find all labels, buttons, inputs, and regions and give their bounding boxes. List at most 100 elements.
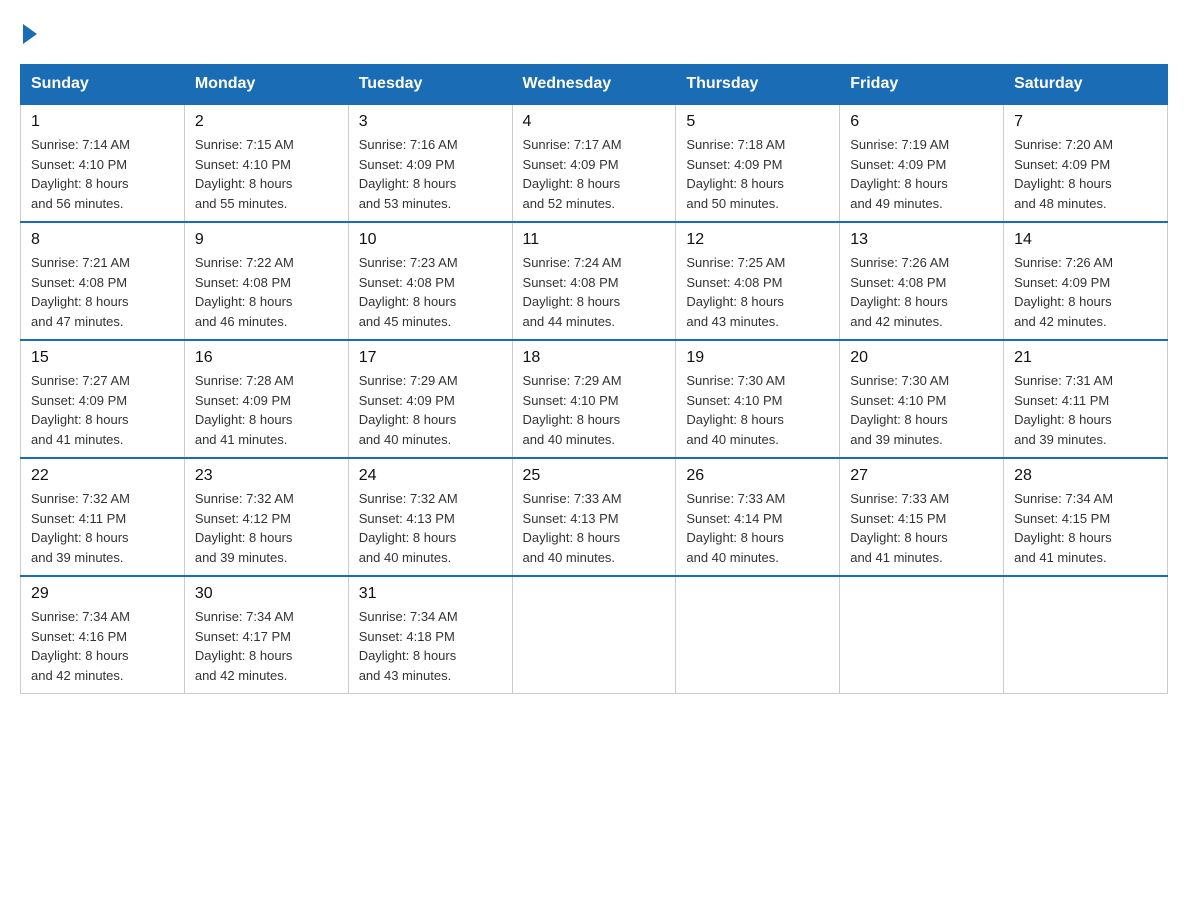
calendar-week-row: 15 Sunrise: 7:27 AM Sunset: 4:09 PM Dayl… xyxy=(21,340,1168,458)
calendar-cell xyxy=(512,576,676,694)
day-info: Sunrise: 7:32 AM Sunset: 4:13 PM Dayligh… xyxy=(359,489,502,567)
calendar-cell: 12 Sunrise: 7:25 AM Sunset: 4:08 PM Dayl… xyxy=(676,222,840,340)
day-info: Sunrise: 7:34 AM Sunset: 4:18 PM Dayligh… xyxy=(359,607,502,685)
calendar-week-row: 29 Sunrise: 7:34 AM Sunset: 4:16 PM Dayl… xyxy=(21,576,1168,694)
day-number: 26 xyxy=(686,467,829,485)
day-number: 3 xyxy=(359,113,502,131)
day-info: Sunrise: 7:26 AM Sunset: 4:09 PM Dayligh… xyxy=(1014,253,1157,331)
calendar-cell xyxy=(840,576,1004,694)
day-info: Sunrise: 7:21 AM Sunset: 4:08 PM Dayligh… xyxy=(31,253,174,331)
calendar-cell: 8 Sunrise: 7:21 AM Sunset: 4:08 PM Dayli… xyxy=(21,222,185,340)
day-number: 7 xyxy=(1014,113,1157,131)
day-info: Sunrise: 7:18 AM Sunset: 4:09 PM Dayligh… xyxy=(686,135,829,213)
day-info: Sunrise: 7:33 AM Sunset: 4:15 PM Dayligh… xyxy=(850,489,993,567)
day-number: 11 xyxy=(523,231,666,249)
calendar-cell: 11 Sunrise: 7:24 AM Sunset: 4:08 PM Dayl… xyxy=(512,222,676,340)
day-info: Sunrise: 7:34 AM Sunset: 4:15 PM Dayligh… xyxy=(1014,489,1157,567)
day-number: 10 xyxy=(359,231,502,249)
day-info: Sunrise: 7:15 AM Sunset: 4:10 PM Dayligh… xyxy=(195,135,338,213)
day-number: 5 xyxy=(686,113,829,131)
calendar-cell: 27 Sunrise: 7:33 AM Sunset: 4:15 PM Dayl… xyxy=(840,458,1004,576)
calendar-cell: 15 Sunrise: 7:27 AM Sunset: 4:09 PM Dayl… xyxy=(21,340,185,458)
day-info: Sunrise: 7:32 AM Sunset: 4:11 PM Dayligh… xyxy=(31,489,174,567)
day-number: 28 xyxy=(1014,467,1157,485)
calendar-cell: 22 Sunrise: 7:32 AM Sunset: 4:11 PM Dayl… xyxy=(21,458,185,576)
day-info: Sunrise: 7:32 AM Sunset: 4:12 PM Dayligh… xyxy=(195,489,338,567)
calendar-cell: 14 Sunrise: 7:26 AM Sunset: 4:09 PM Dayl… xyxy=(1004,222,1168,340)
day-number: 14 xyxy=(1014,231,1157,249)
day-number: 4 xyxy=(523,113,666,131)
day-number: 6 xyxy=(850,113,993,131)
calendar-week-row: 8 Sunrise: 7:21 AM Sunset: 4:08 PM Dayli… xyxy=(21,222,1168,340)
calendar-cell: 19 Sunrise: 7:30 AM Sunset: 4:10 PM Dayl… xyxy=(676,340,840,458)
day-info: Sunrise: 7:26 AM Sunset: 4:08 PM Dayligh… xyxy=(850,253,993,331)
day-number: 19 xyxy=(686,349,829,367)
calendar-cell: 6 Sunrise: 7:19 AM Sunset: 4:09 PM Dayli… xyxy=(840,104,1004,222)
day-info: Sunrise: 7:19 AM Sunset: 4:09 PM Dayligh… xyxy=(850,135,993,213)
day-info: Sunrise: 7:33 AM Sunset: 4:13 PM Dayligh… xyxy=(523,489,666,567)
calendar-cell: 4 Sunrise: 7:17 AM Sunset: 4:09 PM Dayli… xyxy=(512,104,676,222)
day-number: 22 xyxy=(31,467,174,485)
calendar-header-saturday: Saturday xyxy=(1004,65,1168,105)
calendar-cell: 17 Sunrise: 7:29 AM Sunset: 4:09 PM Dayl… xyxy=(348,340,512,458)
day-info: Sunrise: 7:29 AM Sunset: 4:09 PM Dayligh… xyxy=(359,371,502,449)
day-info: Sunrise: 7:34 AM Sunset: 4:16 PM Dayligh… xyxy=(31,607,174,685)
day-number: 17 xyxy=(359,349,502,367)
day-info: Sunrise: 7:28 AM Sunset: 4:09 PM Dayligh… xyxy=(195,371,338,449)
day-number: 24 xyxy=(359,467,502,485)
calendar-header-sunday: Sunday xyxy=(21,65,185,105)
day-number: 29 xyxy=(31,585,174,603)
calendar-cell xyxy=(1004,576,1168,694)
day-info: Sunrise: 7:27 AM Sunset: 4:09 PM Dayligh… xyxy=(31,371,174,449)
calendar-cell: 26 Sunrise: 7:33 AM Sunset: 4:14 PM Dayl… xyxy=(676,458,840,576)
day-number: 9 xyxy=(195,231,338,249)
day-info: Sunrise: 7:17 AM Sunset: 4:09 PM Dayligh… xyxy=(523,135,666,213)
day-info: Sunrise: 7:29 AM Sunset: 4:10 PM Dayligh… xyxy=(523,371,666,449)
day-number: 18 xyxy=(523,349,666,367)
calendar-cell: 7 Sunrise: 7:20 AM Sunset: 4:09 PM Dayli… xyxy=(1004,104,1168,222)
day-number: 13 xyxy=(850,231,993,249)
day-info: Sunrise: 7:25 AM Sunset: 4:08 PM Dayligh… xyxy=(686,253,829,331)
day-info: Sunrise: 7:33 AM Sunset: 4:14 PM Dayligh… xyxy=(686,489,829,567)
day-number: 27 xyxy=(850,467,993,485)
calendar-cell xyxy=(676,576,840,694)
calendar-cell: 24 Sunrise: 7:32 AM Sunset: 4:13 PM Dayl… xyxy=(348,458,512,576)
calendar-table: SundayMondayTuesdayWednesdayThursdayFrid… xyxy=(20,64,1168,694)
page-header xyxy=(20,20,1168,44)
day-number: 16 xyxy=(195,349,338,367)
calendar-cell: 30 Sunrise: 7:34 AM Sunset: 4:17 PM Dayl… xyxy=(184,576,348,694)
calendar-cell: 2 Sunrise: 7:15 AM Sunset: 4:10 PM Dayli… xyxy=(184,104,348,222)
calendar-cell: 13 Sunrise: 7:26 AM Sunset: 4:08 PM Dayl… xyxy=(840,222,1004,340)
calendar-cell: 5 Sunrise: 7:18 AM Sunset: 4:09 PM Dayli… xyxy=(676,104,840,222)
logo xyxy=(20,20,37,44)
day-number: 2 xyxy=(195,113,338,131)
day-info: Sunrise: 7:34 AM Sunset: 4:17 PM Dayligh… xyxy=(195,607,338,685)
calendar-cell: 25 Sunrise: 7:33 AM Sunset: 4:13 PM Dayl… xyxy=(512,458,676,576)
calendar-cell: 23 Sunrise: 7:32 AM Sunset: 4:12 PM Dayl… xyxy=(184,458,348,576)
day-info: Sunrise: 7:30 AM Sunset: 4:10 PM Dayligh… xyxy=(850,371,993,449)
day-number: 1 xyxy=(31,113,174,131)
calendar-header-wednesday: Wednesday xyxy=(512,65,676,105)
day-number: 25 xyxy=(523,467,666,485)
day-info: Sunrise: 7:30 AM Sunset: 4:10 PM Dayligh… xyxy=(686,371,829,449)
calendar-cell: 28 Sunrise: 7:34 AM Sunset: 4:15 PM Dayl… xyxy=(1004,458,1168,576)
day-info: Sunrise: 7:23 AM Sunset: 4:08 PM Dayligh… xyxy=(359,253,502,331)
calendar-cell: 21 Sunrise: 7:31 AM Sunset: 4:11 PM Dayl… xyxy=(1004,340,1168,458)
calendar-header-tuesday: Tuesday xyxy=(348,65,512,105)
calendar-cell: 3 Sunrise: 7:16 AM Sunset: 4:09 PM Dayli… xyxy=(348,104,512,222)
day-info: Sunrise: 7:14 AM Sunset: 4:10 PM Dayligh… xyxy=(31,135,174,213)
day-number: 23 xyxy=(195,467,338,485)
calendar-week-row: 22 Sunrise: 7:32 AM Sunset: 4:11 PM Dayl… xyxy=(21,458,1168,576)
calendar-week-row: 1 Sunrise: 7:14 AM Sunset: 4:10 PM Dayli… xyxy=(21,104,1168,222)
day-info: Sunrise: 7:31 AM Sunset: 4:11 PM Dayligh… xyxy=(1014,371,1157,449)
day-number: 8 xyxy=(31,231,174,249)
calendar-header-friday: Friday xyxy=(840,65,1004,105)
calendar-header-monday: Monday xyxy=(184,65,348,105)
calendar-cell: 9 Sunrise: 7:22 AM Sunset: 4:08 PM Dayli… xyxy=(184,222,348,340)
calendar-cell: 29 Sunrise: 7:34 AM Sunset: 4:16 PM Dayl… xyxy=(21,576,185,694)
day-number: 21 xyxy=(1014,349,1157,367)
day-info: Sunrise: 7:24 AM Sunset: 4:08 PM Dayligh… xyxy=(523,253,666,331)
calendar-header-row: SundayMondayTuesdayWednesdayThursdayFrid… xyxy=(21,65,1168,105)
calendar-cell: 20 Sunrise: 7:30 AM Sunset: 4:10 PM Dayl… xyxy=(840,340,1004,458)
day-number: 31 xyxy=(359,585,502,603)
